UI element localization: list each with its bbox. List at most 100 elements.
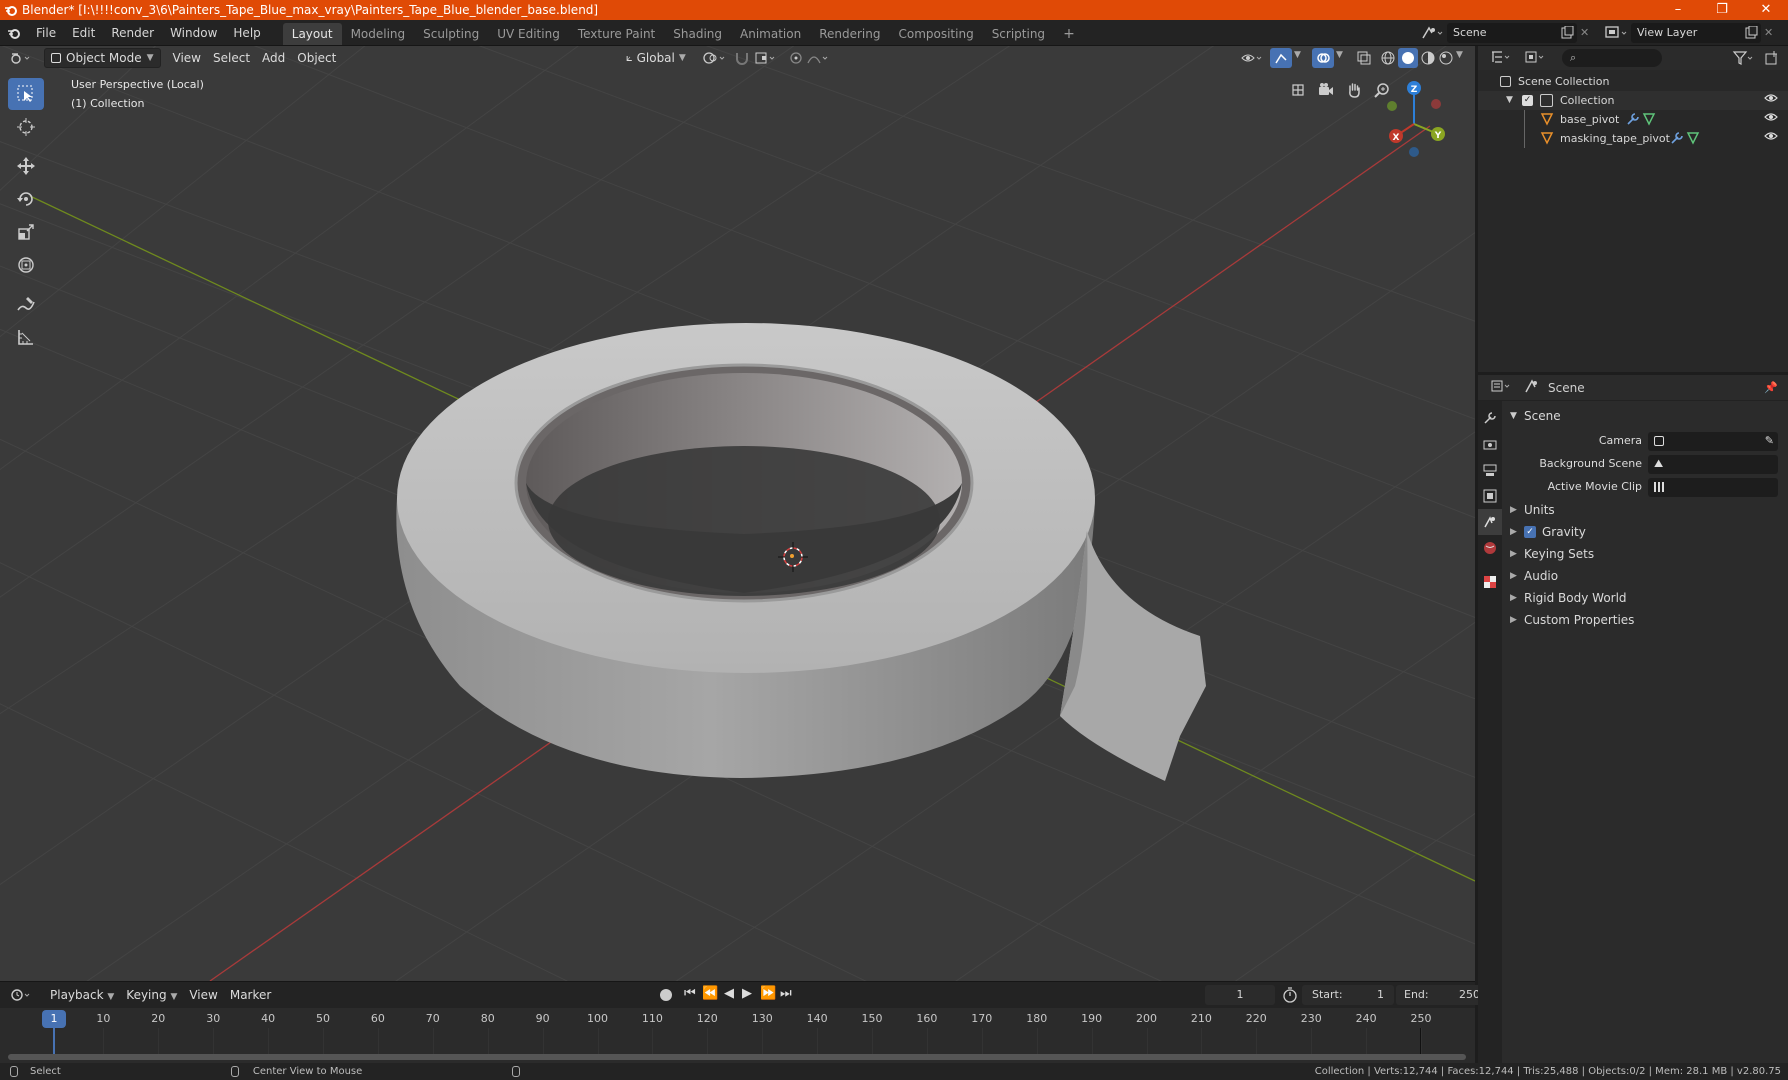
tab-texture-properties[interactable] [1478,569,1502,595]
viewport-menu-add[interactable]: Add [256,48,291,68]
timeline-menu-marker[interactable]: Marker [224,985,277,1005]
pivot-point-icon[interactable] [702,50,728,69]
pan-view-hand-icon[interactable] [1342,78,1366,102]
custom-properties-panel-header[interactable]: ▶ Custom Properties [1502,609,1788,631]
viewport-menu-select[interactable]: Select [207,48,256,68]
tab-layout[interactable]: Layout [282,22,342,45]
properties-editor-type-icon[interactable] [1490,378,1514,397]
timeline-menu-playback[interactable]: Playback ▼ [44,985,120,1005]
outliner-search-field[interactable]: ⌕ [1562,49,1662,67]
navigation-gizmo[interactable]: Z Y X [1378,76,1458,166]
outliner-scene-collection[interactable]: Scene Collection [1478,72,1788,91]
keying-sets-panel-header[interactable]: ▶ Keying Sets [1502,543,1788,565]
transform-tool[interactable] [8,249,44,281]
blender-menu-icon[interactable] [0,26,28,40]
tab-shading[interactable]: Shading [664,23,731,45]
current-frame-field[interactable]: 1 [1205,985,1275,1005]
menu-help[interactable]: Help [225,20,268,46]
start-frame-field[interactable]: Start: 1 [1302,985,1394,1005]
object-mode-dropdown[interactable]: Object Mode ▼ [44,48,161,68]
delete-scene-icon[interactable]: ✕ [1580,26,1589,39]
falloff-icon[interactable] [806,50,832,69]
tab-animation[interactable]: Animation [731,23,810,45]
material-preview-icon[interactable] [1420,50,1436,69]
editor-type-icon[interactable] [10,50,36,66]
solid-shading-icon[interactable] [1398,48,1418,68]
visibility-selectability-icon[interactable] [1240,50,1266,69]
new-scene-icon[interactable] [1560,25,1574,43]
filter-icon[interactable] [1732,50,1756,69]
tab-tool-properties[interactable] [1478,405,1502,431]
annotate-tool[interactable] [8,288,44,320]
jump-to-keyframe-back-icon[interactable]: ⏪ [702,986,718,1001]
close-button[interactable]: ✕ [1744,0,1788,20]
tab-world-properties[interactable] [1478,535,1502,561]
overlays-dropdown-icon[interactable]: ▼ [1336,50,1343,60]
menu-file[interactable]: File [28,20,64,46]
disclosure-triangle-icon[interactable]: ▼ [1506,91,1513,110]
jump-to-start-icon[interactable]: ⏮ [684,986,696,1001]
3d-viewport[interactable]: Object Mode ▼ View Select Add Object ⟀ G… [0,46,1475,981]
pin-icon[interactable]: 📌 [1764,381,1778,394]
cursor-tool[interactable] [8,111,44,143]
view-layer-icon[interactable] [1604,24,1628,45]
end-frame-field[interactable]: End: 250 [1396,985,1488,1005]
proportional-editing-icon[interactable] [788,50,804,69]
outliner-collection-row[interactable]: ▼ ✓ Collection [1478,91,1788,110]
scene-name-field[interactable]: Scene [1447,23,1577,43]
rotate-tool[interactable] [8,183,44,215]
units-panel-header[interactable]: ▶ Units [1502,499,1788,521]
new-view-layer-icon[interactable] [1744,25,1758,43]
rendered-shading-icon[interactable] [1438,50,1454,69]
timeline-menu-keying[interactable]: Keying ▼ [120,985,183,1005]
timeline-scrollbar[interactable] [8,1054,1466,1060]
gizmo-dropdown-icon[interactable]: ▼ [1294,50,1301,60]
timeline-editor-type-icon[interactable] [10,987,36,1003]
toggle-grid-view-icon[interactable] [1286,78,1310,102]
rigid-body-world-panel-header[interactable]: ▶ Rigid Body World [1502,587,1788,609]
jump-to-end-icon[interactable]: ⏭ [780,986,792,1001]
active-movie-clip-field[interactable] [1648,478,1778,497]
outliner-object-masking-tape-pivot[interactable]: masking_tape_pivot [1478,129,1788,148]
play-reverse-icon[interactable]: ◀ [724,986,734,1001]
outliner-object-base-pivot[interactable]: base_pivot [1478,110,1788,148]
view-layer-field[interactable]: View Layer [1631,23,1761,43]
gravity-panel-header[interactable]: ▶ ✓ Gravity [1502,521,1788,543]
overlays-toggle-icon[interactable] [1312,48,1334,68]
tab-compositing[interactable]: Compositing [889,23,982,45]
eye-icon[interactable] [1764,91,1778,111]
collection-checkbox[interactable]: ✓ [1522,95,1533,106]
timeline-ruler[interactable]: 10 20 30 40 50 60 70 80 90 100 110 120 130 140 150 160 1… [0,1008,1475,1064]
gravity-checkbox[interactable]: ✓ [1524,526,1536,538]
tab-render-properties[interactable] [1478,431,1502,457]
background-scene-field[interactable]: ⛰ [1648,455,1778,474]
eye-icon[interactable] [1764,129,1778,149]
camera-view-icon[interactable] [1314,78,1338,102]
delete-view-layer-icon[interactable]: ✕ [1764,26,1773,39]
tab-scripting[interactable]: Scripting [983,23,1054,45]
select-box-tool[interactable] [8,78,44,110]
xray-toggle-icon[interactable] [1356,50,1372,69]
display-mode-icon[interactable] [1524,49,1548,68]
tab-uv-editing[interactable]: UV Editing [488,23,569,45]
play-icon[interactable]: ▶ [742,986,752,1001]
tab-sculpting[interactable]: Sculpting [414,23,488,45]
tab-rendering[interactable]: Rendering [810,23,889,45]
eye-icon[interactable] [1764,110,1778,130]
minimize-button[interactable]: – [1656,0,1700,20]
shading-dropdown-icon[interactable]: ▼ [1456,50,1463,60]
timeline-menu-view[interactable]: View [183,985,223,1005]
tab-view-layer-properties[interactable] [1478,483,1502,509]
scene-panel-header[interactable]: ▼ Scene [1502,405,1788,427]
audio-panel-header[interactable]: ▶ Audio [1502,565,1788,587]
measure-tool[interactable] [8,321,44,353]
playhead[interactable]: 1 [42,1010,66,1028]
move-tool[interactable] [8,150,44,182]
tab-output-properties[interactable] [1478,457,1502,483]
snap-target-icon[interactable] [754,50,780,69]
scene-selector-icon[interactable] [1420,24,1444,45]
camera-field[interactable]: ✎ [1648,432,1778,451]
new-collection-icon[interactable] [1764,50,1780,69]
add-workspace-button[interactable]: + [1054,23,1084,45]
eyedropper-icon[interactable]: ✎ [1765,434,1774,447]
